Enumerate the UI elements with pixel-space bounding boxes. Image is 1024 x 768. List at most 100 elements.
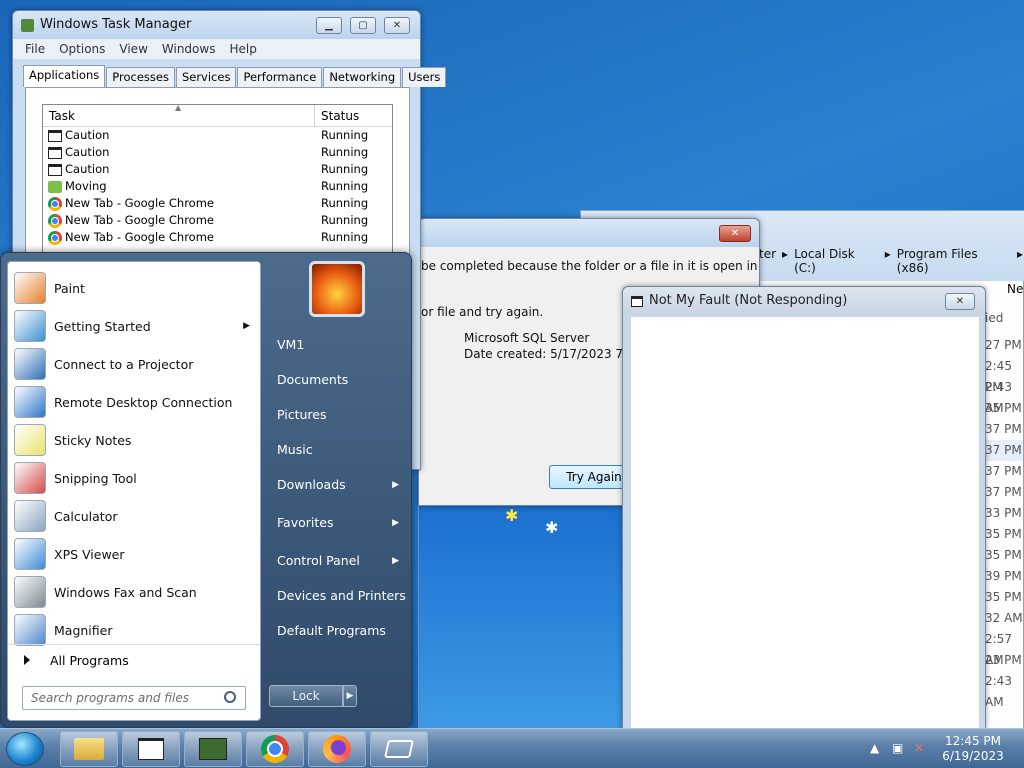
menu-bar: File Options View Windows Help xyxy=(13,39,420,59)
decorative-icon: ✱ xyxy=(545,518,559,537)
start-menu-place-music[interactable]: Music xyxy=(271,436,407,464)
breadcrumb-item[interactable]: Program Files (x86) xyxy=(897,247,1011,275)
table-row[interactable]: New Tab - Google Chrome Running xyxy=(43,229,392,246)
table-row[interactable]: Moving Running xyxy=(43,178,392,195)
new-folder-button[interactable]: Nev xyxy=(1007,282,1024,296)
table-row[interactable]: New Tab - Google Chrome Running xyxy=(43,195,392,212)
taskbar-firefox-button[interactable] xyxy=(308,731,366,767)
tab-services[interactable]: Services xyxy=(175,67,237,87)
menu-file[interactable]: File xyxy=(19,39,53,59)
menu-options[interactable]: Options xyxy=(53,39,113,59)
close-button[interactable]: ✕ xyxy=(719,225,751,242)
date-modified-cell: 35 PM xyxy=(985,590,1022,604)
column-header-task[interactable]: Task ▲ xyxy=(43,105,315,126)
taskbar-window-button[interactable] xyxy=(122,731,180,767)
start-menu-item-label: Connect to a Projector xyxy=(54,356,194,372)
chrome-icon xyxy=(261,735,289,763)
start-menu-item-calculator[interactable]: Calculator xyxy=(14,498,258,534)
taskbar-chrome-button[interactable] xyxy=(246,731,304,767)
place-label: Music xyxy=(277,442,313,457)
user-avatar[interactable] xyxy=(309,261,365,317)
table-row[interactable]: Caution Running xyxy=(43,144,392,161)
chevron-right-icon: ▶ xyxy=(392,556,399,566)
taskbar-remote-button[interactable] xyxy=(370,731,428,767)
clock-time: 12:45 PM xyxy=(945,734,1001,748)
start-menu-item-projector[interactable]: Connect to a Projector xyxy=(14,346,258,382)
start-menu-item-xps-viewer[interactable]: XPS Viewer xyxy=(14,536,258,572)
all-programs-button[interactable]: All Programs xyxy=(8,644,260,674)
tab-applications[interactable]: Applications xyxy=(23,65,106,87)
fax-scan-icon xyxy=(14,576,46,608)
table-row[interactable]: New Tab - Google Chrome Running xyxy=(43,212,392,229)
item-name: Microsoft SQL Server xyxy=(464,331,590,345)
place-label: Control Panel xyxy=(277,553,360,568)
task-name: Caution xyxy=(65,162,110,176)
breadcrumb-item[interactable]: Local Disk (C:) xyxy=(794,247,879,275)
breadcrumb[interactable]: ter ▸ Local Disk (C:) ▸ Program Files (x86… xyxy=(759,247,1023,275)
start-menu-item-sticky-notes[interactable]: Sticky Notes xyxy=(14,422,258,458)
task-list[interactable]: Task ▲ Status Caution Running Caution Runni… xyxy=(42,104,393,254)
explorer-icon xyxy=(74,738,104,760)
start-menu-item-magnifier[interactable]: Magnifier xyxy=(14,612,258,648)
status-cell: Running xyxy=(321,162,369,176)
lock-button[interactable]: Lock xyxy=(269,685,343,707)
window-icon xyxy=(48,129,62,142)
show-hidden-icons-button[interactable]: ▲ xyxy=(870,741,879,755)
start-menu-item-paint[interactable]: Paint xyxy=(14,270,258,306)
taskbar-task-manager-button[interactable] xyxy=(184,731,242,767)
menu-windows[interactable]: Windows xyxy=(156,39,224,59)
not-my-fault-window: Not My Fault (Not Responding) ✕ xyxy=(622,286,986,731)
column-header-label: Task xyxy=(49,109,75,123)
place-label: Pictures xyxy=(277,407,327,422)
start-menu-places-pane: VM1 Documents Pictures Music Downloads ▶ Favor… xyxy=(265,253,411,729)
column-header-status[interactable]: Status xyxy=(315,105,359,126)
clock[interactable]: 12:45 PM 6/19/2023 xyxy=(930,734,1016,764)
status-cell: Running xyxy=(321,230,369,244)
shutdown-options-button[interactable]: ▶ xyxy=(343,685,357,707)
start-menu-item-fax-scan[interactable]: Windows Fax and Scan xyxy=(14,574,258,610)
date-modified-cell: 2:45 PM xyxy=(985,359,1012,394)
tab-users[interactable]: Users xyxy=(402,67,447,87)
close-button[interactable]: ✕ xyxy=(945,293,975,310)
close-button[interactable]: ✕ xyxy=(384,17,410,34)
start-menu-place-control-panel[interactable]: Control Panel ▶ xyxy=(271,547,407,575)
table-row[interactable]: Caution Running xyxy=(43,161,392,178)
maximize-button[interactable]: ▢ xyxy=(350,17,376,34)
start-button[interactable] xyxy=(6,732,44,766)
window-icon xyxy=(138,738,164,760)
start-menu-item-label: Windows Fax and Scan xyxy=(54,584,197,600)
minimize-button[interactable]: ▁ xyxy=(316,17,342,34)
start-menu-place-documents[interactable]: Documents xyxy=(271,366,407,394)
table-row[interactable]: Caution Running xyxy=(43,127,392,144)
start-menu-item-getting-started[interactable]: Getting Started ▶ xyxy=(14,308,258,344)
network-icon[interactable]: ▣ xyxy=(892,741,903,755)
start-menu-place-default-programs[interactable]: Default Programs xyxy=(271,617,407,645)
breadcrumb-item[interactable]: ter xyxy=(759,247,776,275)
menu-view[interactable]: View xyxy=(113,39,155,59)
start-menu-place-downloads[interactable]: Downloads ▶ xyxy=(271,471,407,499)
start-menu-place-devices-and-printers[interactable]: Devices and Printers xyxy=(271,582,407,610)
start-menu-place-pictures[interactable]: Pictures xyxy=(271,401,407,429)
start-menu-item-label: XPS Viewer xyxy=(54,546,125,562)
search-icon[interactable] xyxy=(224,691,236,703)
start-menu-place-favorites[interactable]: Favorites ▶ xyxy=(271,509,407,537)
tab-processes[interactable]: Processes xyxy=(106,67,175,87)
date-modified-cell: 35 PM xyxy=(985,548,1022,562)
task-name: Caution xyxy=(65,128,110,142)
start-menu-item-remote-desktop[interactable]: Remote Desktop Connection xyxy=(14,384,258,420)
search-input[interactable]: Search programs and files xyxy=(22,686,246,710)
tab-networking[interactable]: Networking xyxy=(323,67,402,87)
chrome-icon xyxy=(48,213,62,228)
volume-muted-icon[interactable]: ✕ xyxy=(914,741,924,755)
projector-icon xyxy=(14,348,46,380)
menu-help[interactable]: Help xyxy=(223,39,264,59)
start-menu-place-vm1[interactable]: VM1 xyxy=(271,331,407,359)
tab-performance[interactable]: Performance xyxy=(237,67,323,87)
date-modified-header[interactable]: ied xyxy=(985,311,1003,325)
chevron-right-icon: ▶ xyxy=(392,518,399,528)
taskbar-explorer-button[interactable] xyxy=(60,731,118,767)
start-menu-item-snipping-tool[interactable]: Snipping Tool xyxy=(14,460,258,496)
task-cell: Caution xyxy=(43,161,315,178)
start-menu-item-label: Sticky Notes xyxy=(54,432,132,448)
start-menu-item-label: Getting Started xyxy=(54,318,151,334)
